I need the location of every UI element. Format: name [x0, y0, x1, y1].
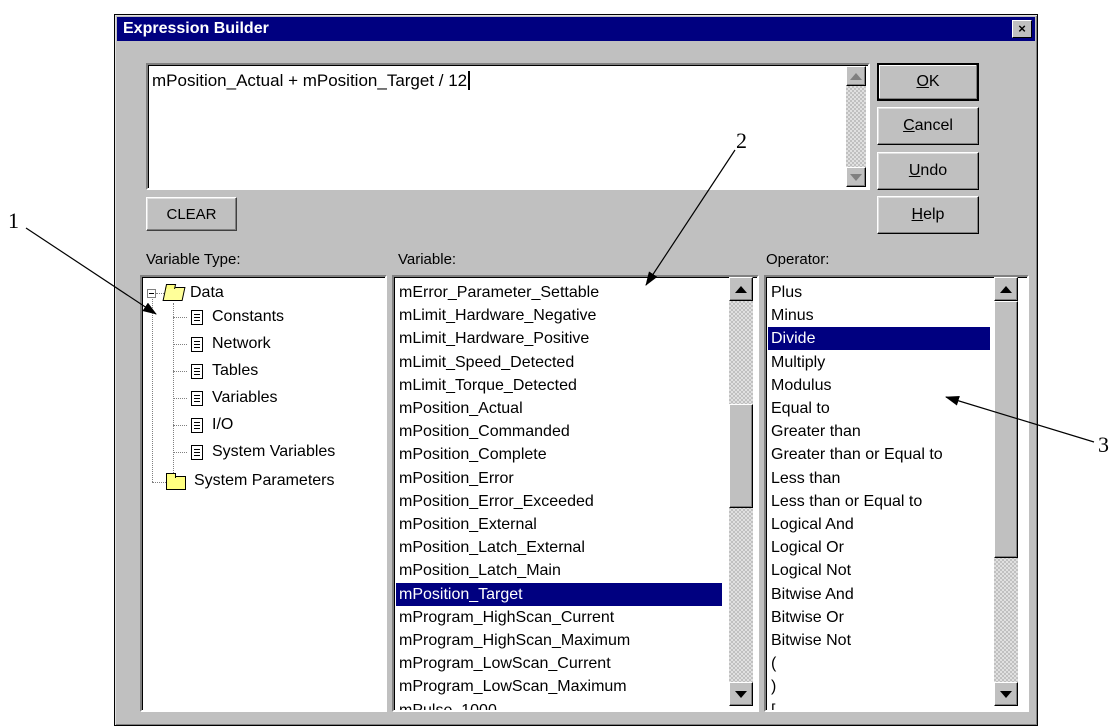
callout-arrows — [25, 149, 1095, 443]
callout-2-arrow — [645, 149, 736, 286]
callout-1-arrow — [25, 227, 157, 315]
callout-3-arrow — [945, 395, 1095, 443]
